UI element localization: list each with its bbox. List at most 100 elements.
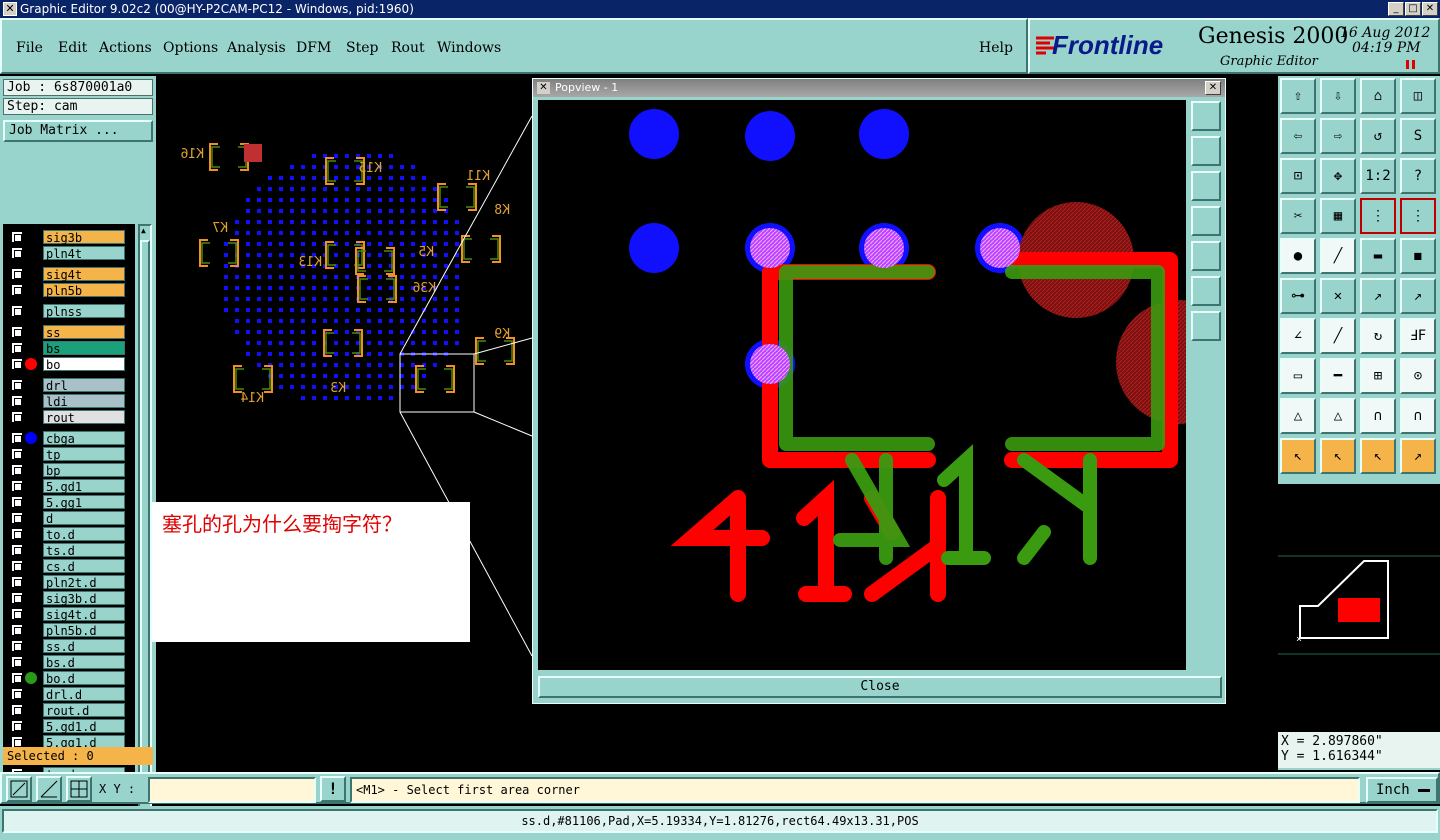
layer-name[interactable]: 5.gd1 xyxy=(43,479,125,494)
layer-checkbox[interactable] xyxy=(11,656,23,668)
layer-checkbox[interactable] xyxy=(11,305,23,317)
help-query-icon[interactable]: ? xyxy=(1400,158,1436,194)
zoom-center-icon[interactable]: ✥ xyxy=(1320,158,1356,194)
pointer-frame-icon[interactable]: ↖ xyxy=(1360,438,1396,474)
scroll-thumb[interactable] xyxy=(140,240,150,804)
popview-right-icon[interactable] xyxy=(1191,241,1221,271)
layer-checkbox[interactable] xyxy=(11,448,23,460)
home-icon[interactable]: ⌂ xyxy=(1360,78,1396,114)
mirror-icon[interactable]: ℲF xyxy=(1400,318,1436,354)
grid-icon[interactable]: ▦ xyxy=(1320,198,1356,234)
close-window-button[interactable]: ✕ xyxy=(1422,2,1438,16)
layer-name[interactable]: plnss xyxy=(43,304,125,319)
pad-select-icon[interactable]: ◼ xyxy=(1400,238,1436,274)
layer-name[interactable]: ldi xyxy=(43,394,125,409)
layer-name[interactable]: drl xyxy=(43,378,125,393)
layer-name[interactable]: ss.d xyxy=(43,639,125,654)
layer-checkbox[interactable] xyxy=(11,432,23,444)
layer-checkbox[interactable] xyxy=(11,544,23,556)
layer-checkbox[interactable] xyxy=(11,411,23,423)
layer-checkbox[interactable] xyxy=(11,592,23,604)
layer-name[interactable]: 5.gd1.d xyxy=(43,719,125,734)
alert-icon[interactable]: ! xyxy=(320,776,346,802)
layer-name[interactable]: pln4t xyxy=(43,246,125,261)
layer-checkbox[interactable] xyxy=(11,284,23,296)
split-icon[interactable]: ━ xyxy=(1320,358,1356,394)
pointer-box-icon[interactable]: ↖ xyxy=(1320,438,1356,474)
layer-checkbox[interactable] xyxy=(11,231,23,243)
snap-grid-icon[interactable] xyxy=(66,776,92,802)
layer-name[interactable]: sig3b xyxy=(43,230,125,245)
menu-analysis[interactable]: Analysis xyxy=(227,40,286,56)
menu-rout[interactable]: Rout xyxy=(391,40,425,56)
layer-name[interactable]: cs.d xyxy=(43,559,125,574)
layer-checkbox[interactable] xyxy=(11,395,23,407)
layer-checkbox[interactable] xyxy=(11,326,23,338)
swap-icon[interactable]: S xyxy=(1400,118,1436,154)
route-icon[interactable]: ↗ xyxy=(1400,438,1436,474)
menu-actions[interactable]: Actions xyxy=(99,40,152,56)
popview-close-button[interactable]: Close xyxy=(538,676,1222,698)
popview-up-icon[interactable] xyxy=(1191,136,1221,166)
popview-close-icon[interactable]: ✕ xyxy=(1205,81,1221,95)
triangle-icon[interactable]: △ xyxy=(1280,398,1316,434)
popview-zoom-out-icon[interactable] xyxy=(1191,276,1221,306)
popview-icon[interactable]: ✕ xyxy=(537,82,550,94)
netlist-red-icon[interactable]: ⋮ xyxy=(1400,198,1436,234)
layer-checkbox[interactable] xyxy=(11,672,23,684)
popview-down-icon[interactable] xyxy=(1191,171,1221,201)
pan-up-icon[interactable]: ⇧ xyxy=(1280,78,1316,114)
menu-windows[interactable]: Windows xyxy=(437,40,501,56)
layer-name[interactable]: bo xyxy=(43,357,125,372)
layer-name[interactable]: ss xyxy=(43,325,125,340)
layer-name[interactable]: rout xyxy=(43,410,125,425)
popview-left-icon[interactable] xyxy=(1191,206,1221,236)
layer-checkbox[interactable] xyxy=(11,688,23,700)
popview-canvas[interactable] xyxy=(538,100,1186,670)
layer-name[interactable]: d xyxy=(43,511,125,526)
window-split-icon[interactable]: ◫ xyxy=(1400,78,1436,114)
layer-name[interactable]: cbga xyxy=(43,431,125,446)
layer-name[interactable]: sig4t xyxy=(43,267,125,282)
pointer-icon[interactable]: ↖ xyxy=(1280,438,1316,474)
layer-checkbox[interactable] xyxy=(11,379,23,391)
measure-icon[interactable] xyxy=(36,776,62,802)
layer-name[interactable]: bo.d xyxy=(43,671,125,686)
layer-checkbox[interactable] xyxy=(11,247,23,259)
window-icon[interactable]: ✕ xyxy=(3,2,17,16)
layer-checkbox[interactable] xyxy=(11,496,23,508)
pan-right-icon[interactable]: ⇨ xyxy=(1320,118,1356,154)
pad-add-icon[interactable]: ● xyxy=(1280,238,1316,274)
layer-name[interactable]: pln5b.d xyxy=(43,623,125,638)
popview-zoom[interactable] xyxy=(538,100,1186,670)
layer-name[interactable]: bs xyxy=(43,341,125,356)
layer-checkbox[interactable] xyxy=(11,480,23,492)
minimize-button[interactable]: _ xyxy=(1388,2,1404,16)
menu-options[interactable]: Options xyxy=(163,40,218,56)
menu-step[interactable]: Step xyxy=(346,40,378,56)
ruler-icon[interactable]: ▬ xyxy=(1360,238,1396,274)
redraw-icon[interactable]: ↺ xyxy=(1360,118,1396,154)
layer-name[interactable]: ts.d xyxy=(43,543,125,558)
menu-dfm[interactable]: DFM xyxy=(296,40,331,56)
layer-checkbox[interactable] xyxy=(11,560,23,572)
xy-input[interactable] xyxy=(148,777,316,803)
layer-checkbox[interactable] xyxy=(11,528,23,540)
slash-icon[interactable]: ╱ xyxy=(1320,318,1356,354)
layer-name[interactable]: sig4t.d xyxy=(43,607,125,622)
rotate-icon[interactable]: ↻ xyxy=(1360,318,1396,354)
popview-zoom-in-icon[interactable] xyxy=(1191,311,1221,341)
layer-checkbox[interactable] xyxy=(11,358,23,370)
layer-checkbox[interactable] xyxy=(11,624,23,636)
unit-select[interactable]: Inch xyxy=(1366,777,1438,803)
layer-checkbox[interactable] xyxy=(11,704,23,716)
maximize-button[interactable]: □ xyxy=(1405,2,1421,16)
delete-icon[interactable]: ✕ xyxy=(1320,278,1356,314)
pan-down-icon[interactable]: ⇩ xyxy=(1320,78,1356,114)
scale-1-2-icon[interactable]: 1:2 xyxy=(1360,158,1396,194)
layer-checkbox[interactable] xyxy=(11,342,23,354)
layer-checkbox[interactable] xyxy=(11,608,23,620)
triangle-arc-icon[interactable]: △ xyxy=(1320,398,1356,434)
menu-help[interactable]: Help xyxy=(979,40,1013,56)
layer-checkbox[interactable] xyxy=(11,512,23,524)
